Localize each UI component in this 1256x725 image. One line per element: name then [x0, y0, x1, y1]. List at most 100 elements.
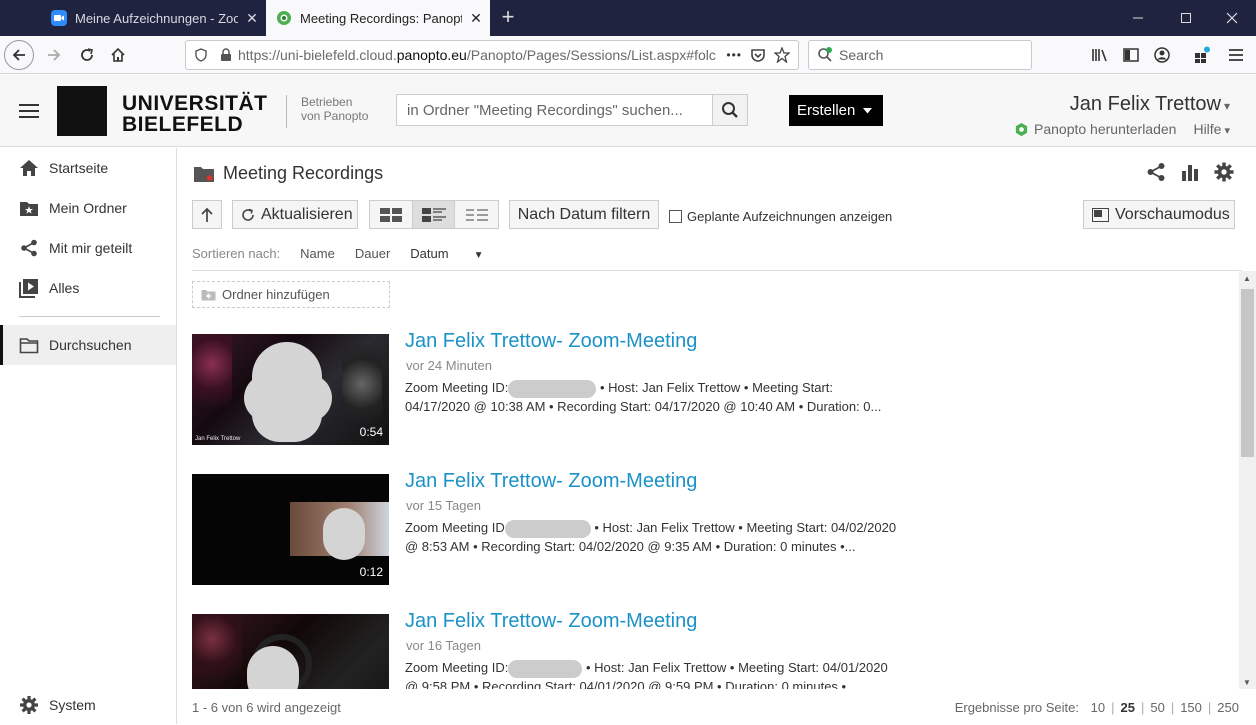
extensions-icon[interactable] — [1187, 40, 1217, 70]
page-size-50[interactable]: 50 — [1150, 700, 1164, 715]
sidebar: Startseite Mein Ordner Mit mir geteilt A… — [0, 148, 177, 724]
new-tab-button[interactable]: + — [494, 0, 522, 36]
detail-view-button[interactable] — [412, 201, 456, 228]
browser-search-input[interactable]: Search — [808, 40, 1032, 70]
sidebar-item-mit-mir-geteilt[interactable]: Mit mir geteilt — [0, 228, 176, 268]
tab-close-icon[interactable]: ✕ — [462, 10, 490, 27]
preview-mode-button[interactable]: Vorschaumodus — [1083, 200, 1235, 229]
browser-nav-bar: https://uni-bielefeld.cloud.panopto.eu/P… — [0, 36, 1256, 74]
sort-row: Sortieren nach: Name Dauer Datum ▼ — [192, 246, 523, 261]
bookmark-star-icon[interactable] — [774, 47, 790, 63]
duration-badge: 0:12 — [359, 565, 383, 579]
list-view-button[interactable] — [455, 201, 498, 228]
recording-title-link[interactable]: Jan Felix Trettow- Zoom-Meeting — [405, 470, 697, 493]
list-item: Jan Felix Trettow- Zoom-Meeting vor 16 T… — [192, 610, 1232, 689]
account-icon[interactable] — [1147, 40, 1177, 70]
forward-icon[interactable] — [39, 40, 69, 70]
recording-age: vor 15 Tagen — [406, 498, 481, 513]
create-button[interactable]: Erstellen — [789, 95, 883, 126]
sidebar-toggle-icon[interactable] — [1116, 40, 1146, 70]
panopto-logo-icon — [1014, 122, 1029, 137]
recording-description: Zoom Meeting ID: • Host: Jan Felix Trett… — [405, 379, 882, 414]
sidebar-item-durchsuchen[interactable]: Durchsuchen — [0, 325, 176, 365]
add-folder-button[interactable]: Ordner hinzufügen — [192, 281, 390, 308]
date-filter-button[interactable]: Nach Datum filtern — [509, 200, 659, 229]
list-item: 0:12 Jan Felix Trettow- Zoom-Meeting vor… — [192, 470, 1232, 586]
share-icon — [19, 238, 39, 258]
sort-by-date[interactable]: Datum ▼ — [410, 246, 503, 261]
stats-icon[interactable] — [1180, 162, 1200, 182]
minimize-icon[interactable] — [1114, 0, 1162, 36]
recording-thumbnail[interactable] — [192, 614, 389, 689]
recording-thumbnail[interactable]: Jan Felix Trettow 0:54 — [192, 334, 389, 445]
university-logo-text[interactable]: UNIVERSITÄT BIELEFELD — [122, 93, 268, 135]
hamburger-menu-icon[interactable] — [19, 104, 39, 118]
pocket-icon[interactable] — [750, 47, 766, 63]
scroll-down-icon[interactable]: ▼ — [1243, 678, 1251, 687]
home-icon[interactable] — [103, 40, 133, 70]
folder-search-input[interactable]: in Ordner "Meeting Recordings" suchen... — [397, 95, 712, 125]
scrollbar[interactable]: ▲ ▼ — [1239, 271, 1256, 689]
page-actions-icon[interactable]: ••• — [726, 48, 742, 62]
recording-age: vor 24 Minuten — [406, 358, 492, 373]
refresh-button[interactable]: Aktualisieren — [232, 200, 358, 229]
page-size-10[interactable]: 10 — [1091, 700, 1105, 715]
view-mode-group — [369, 200, 499, 229]
redacted-id — [504, 519, 591, 538]
library-icon[interactable] — [1085, 40, 1115, 70]
list-view-icon — [465, 208, 488, 221]
sidebar-item-system[interactable]: System — [0, 685, 176, 725]
folder-icon — [19, 335, 39, 355]
powered-by-panopto: Betrieben von Panopto — [286, 95, 368, 128]
play-library-icon — [19, 278, 39, 298]
thumbnail-caption: Jan Felix Trettow — [195, 436, 241, 442]
share-icon[interactable] — [1146, 162, 1166, 182]
window-close-icon[interactable] — [1208, 0, 1256, 36]
search-button[interactable] — [712, 95, 747, 125]
sidebar-item-mein-ordner[interactable]: Mein Ordner — [0, 188, 176, 228]
download-panopto-link[interactable]: Panopto herunterladen — [1034, 121, 1176, 137]
tile-view-button[interactable] — [370, 201, 413, 228]
user-menu[interactable]: Jan Felix Trettow ▾ — [1070, 93, 1230, 116]
reload-icon[interactable] — [72, 40, 102, 70]
tab-panopto[interactable]: Meeting Recordings: Panopto ✕ — [266, 0, 490, 36]
page-size-150[interactable]: 150 — [1180, 700, 1202, 715]
settings-gear-icon[interactable] — [1214, 162, 1234, 182]
page-size-25[interactable]: 25 — [1120, 700, 1134, 715]
sort-label: Sortieren nach: — [192, 246, 281, 261]
list-item: Jan Felix Trettow 0:54 Jan Felix Trettow… — [192, 330, 1232, 446]
scheduled-checkbox[interactable] — [669, 210, 682, 223]
page-size-250[interactable]: 250 — [1217, 700, 1239, 715]
recording-folder-icon — [193, 165, 215, 183]
up-folder-button[interactable] — [192, 200, 222, 229]
scroll-up-icon[interactable]: ▲ — [1243, 274, 1251, 283]
sidebar-item-alles[interactable]: Alles — [0, 268, 176, 308]
address-bar[interactable]: https://uni-bielefeld.cloud.panopto.eu/P… — [185, 40, 799, 70]
scrollbar-thumb[interactable] — [1241, 289, 1254, 457]
sort-by-duration[interactable]: Dauer — [355, 246, 390, 261]
scheduled-recordings-toggle[interactable]: Geplante Aufzeichnungen anzeigen — [669, 209, 892, 224]
recording-title-link[interactable]: Jan Felix Trettow- Zoom-Meeting — [405, 330, 697, 353]
help-menu[interactable]: Hilfe ▾ — [1193, 121, 1230, 137]
tab-close-icon[interactable]: ✕ — [238, 10, 266, 27]
url-text[interactable]: https://uni-bielefeld.cloud.panopto.eu/P… — [238, 47, 718, 63]
panopto-favicon-icon — [276, 10, 292, 26]
university-logo-icon[interactable] — [57, 86, 107, 136]
back-icon[interactable] — [4, 40, 34, 70]
tab-zoom[interactable]: Meine Aufzeichnungen - Zoom ✕ — [41, 0, 266, 36]
recording-thumbnail[interactable]: 0:12 — [192, 474, 389, 585]
search-placeholder: Search — [839, 47, 884, 63]
lock-icon[interactable] — [220, 48, 232, 62]
preview-icon — [1092, 207, 1109, 222]
redacted-id — [508, 659, 583, 678]
sort-by-name[interactable]: Name — [300, 246, 335, 261]
recording-title-link[interactable]: Jan Felix Trettow- Zoom-Meeting — [405, 610, 697, 633]
menu-icon[interactable] — [1221, 40, 1251, 70]
shield-icon[interactable] — [194, 48, 208, 62]
refresh-icon — [242, 208, 254, 221]
sidebar-item-startseite[interactable]: Startseite — [0, 148, 176, 188]
main-content: Meeting Recordings Aktualisieren Nach Da… — [178, 148, 1256, 724]
maximize-icon[interactable] — [1162, 0, 1210, 36]
recording-age: vor 16 Tagen — [406, 638, 481, 653]
zoom-favicon-icon — [51, 10, 67, 26]
